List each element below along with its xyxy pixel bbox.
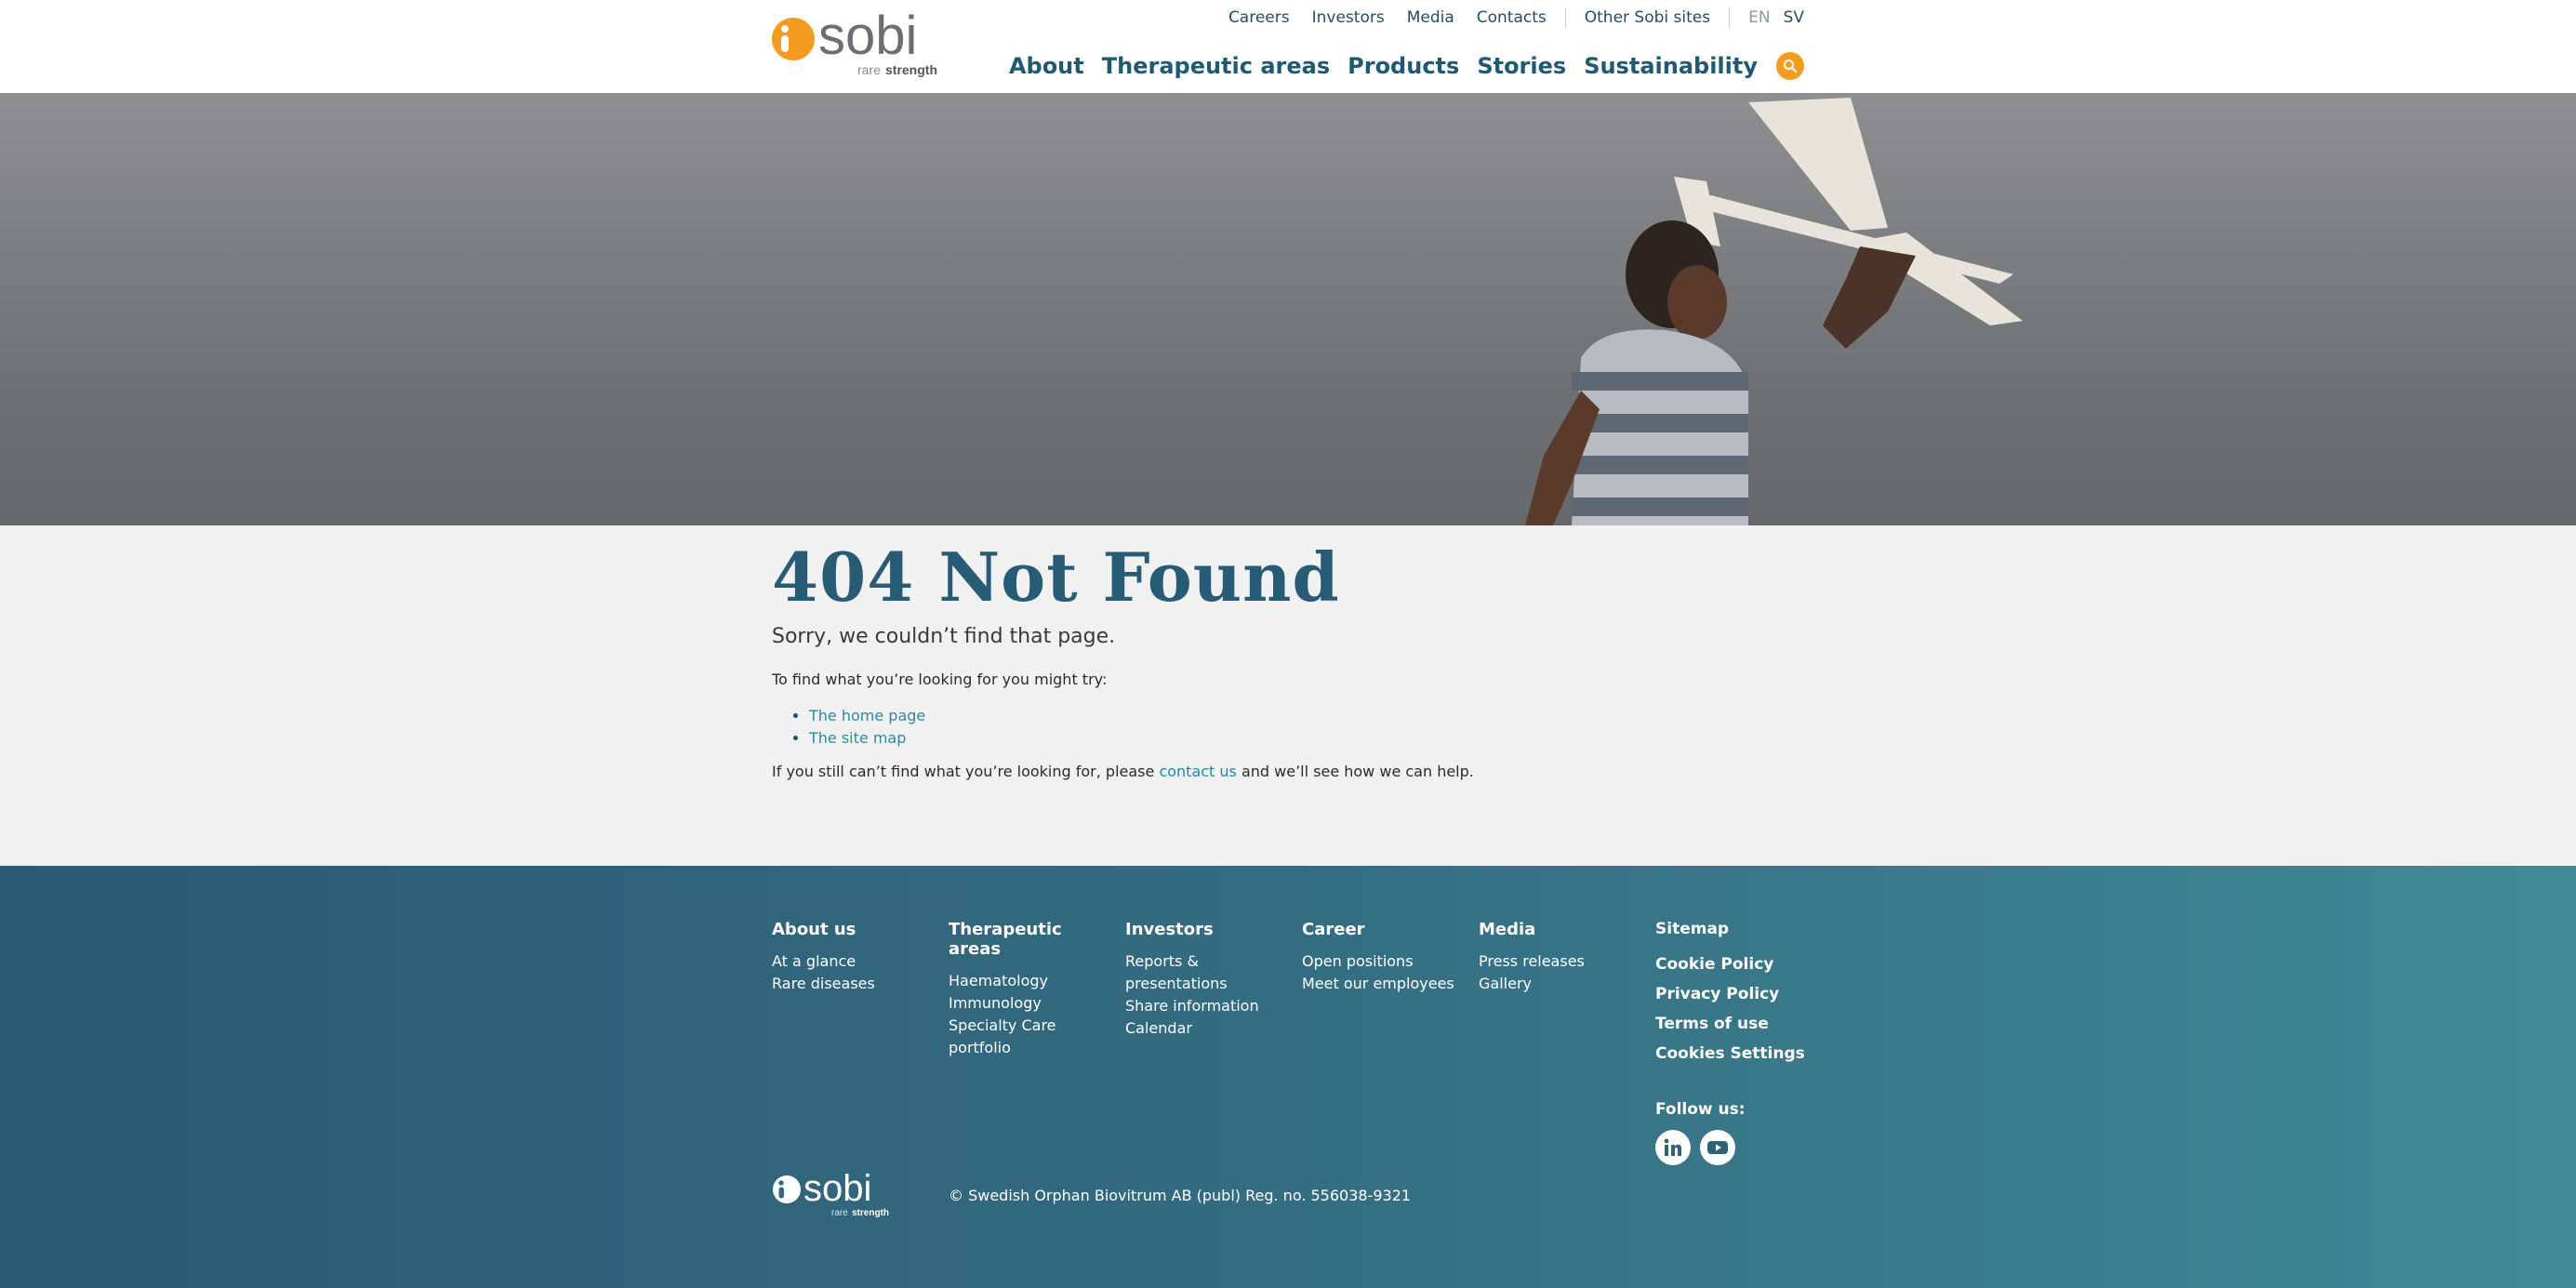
copyright-text: © Swedish Orphan Biovitrum AB (publ) Reg… [949, 1187, 1412, 1204]
footer-heading[interactable]: Therapeutic areas [949, 920, 1116, 959]
home-page-link[interactable]: The home page [809, 707, 925, 724]
suggestion-list: The home page The site map [772, 705, 1804, 750]
youtube-icon [1707, 1141, 1728, 1154]
help-text: If you still can’t find what you’re look… [772, 763, 1804, 780]
nav-sustainability[interactable]: Sustainability [1584, 53, 1758, 79]
svg-text:strength: strength [885, 62, 937, 77]
util-divider [1564, 7, 1566, 28]
util-link-media[interactable]: Media [1407, 8, 1454, 27]
footer-link[interactable]: Immunology [949, 992, 1116, 1015]
footer-col-therapeutic: Therapeutic areas Haematology Immunology… [949, 920, 1116, 1059]
svg-text:rare: rare [831, 1208, 848, 1218]
social-links [1655, 1130, 1841, 1165]
footer-link[interactable]: Reports & presentations [1125, 950, 1237, 995]
page-title: 404 Not Found [772, 538, 1340, 617]
other-sites-link[interactable]: Other Sobi sites [1585, 8, 1710, 27]
nav-stories[interactable]: Stories [1477, 53, 1566, 79]
sitemap-link[interactable]: Sitemap [1655, 920, 1841, 938]
util-link-careers[interactable]: Careers [1228, 8, 1290, 27]
footer-heading[interactable]: About us [772, 920, 939, 939]
footer-col-investors: Investors Reports & presentations Share … [1125, 920, 1293, 1040]
svg-text:rare: rare [857, 62, 881, 77]
footer-heading[interactable]: Investors [1125, 920, 1293, 939]
hero-image [0, 93, 2576, 525]
search-icon [1784, 60, 1798, 73]
sobi-logo[interactable]: sobi rare strength [772, 13, 949, 80]
list-item: The home page [809, 705, 1804, 727]
footer-col-media: Media Press releases Gallery [1479, 920, 1646, 995]
site-map-link[interactable]: The site map [809, 729, 906, 747]
lang-sv-link[interactable]: SV [1784, 8, 1804, 27]
follow-us-label: Follow us: [1655, 1100, 1746, 1119]
footer-col-career: Career Open positions Meet our employees [1302, 920, 1469, 995]
footer-link[interactable]: Meet our employees [1302, 973, 1469, 995]
terms-of-use-link[interactable]: Terms of use [1655, 1009, 1841, 1039]
utility-nav: Careers Investors Media Contacts Other S… [1228, 7, 1804, 28]
footer-col-about: About us At a glance Rare diseases [772, 920, 939, 995]
nav-products[interactable]: Products [1348, 53, 1459, 79]
cookies-settings-link[interactable]: Cookies Settings [1655, 1039, 1841, 1069]
privacy-policy-link[interactable]: Privacy Policy [1655, 979, 1841, 1009]
youtube-button[interactable] [1700, 1130, 1735, 1165]
util-link-investors[interactable]: Investors [1312, 8, 1385, 27]
footer-heading[interactable]: Media [1479, 920, 1646, 939]
search-button[interactable] [1776, 52, 1804, 80]
help-text-start: If you still can’t find what you’re look… [772, 763, 1160, 781]
main-nav: About Therapeutic areas Products Stories… [1009, 52, 1804, 80]
footer-link[interactable]: Calendar [1125, 1017, 1293, 1040]
svg-text:sobi: sobi [818, 13, 917, 66]
help-text-end: and we’ll see how we can help. [1236, 763, 1474, 781]
footer-link[interactable]: Press releases [1479, 950, 1646, 973]
sobi-footer-logo[interactable]: sobi rare strength [772, 1173, 893, 1219]
svg-text:sobi: sobi [803, 1173, 871, 1209]
footer-link[interactable]: At a glance [772, 950, 939, 973]
footer-link[interactable]: Haematology [949, 970, 1116, 992]
svg-text:strength: strength [852, 1208, 889, 1218]
lang-en-link[interactable]: EN [1748, 8, 1770, 27]
footer-heading[interactable]: Career [1302, 920, 1469, 939]
footer-link[interactable]: Open positions [1302, 950, 1469, 973]
hero-illustration [0, 93, 2576, 525]
site-footer: About us At a glance Rare diseases Thera… [0, 866, 2576, 1288]
nav-therapeutic-areas[interactable]: Therapeutic areas [1102, 53, 1330, 79]
footer-link[interactable]: Gallery [1479, 973, 1646, 995]
util-link-contacts[interactable]: Contacts [1477, 8, 1547, 27]
footer-side: Sitemap Cookie Policy Privacy Policy Ter… [1655, 920, 1841, 1165]
suggestion-intro: To find what you’re looking for you migh… [772, 671, 1108, 689]
child-body [1572, 329, 1748, 525]
site-header: sobi rare strength Careers Investors Med… [0, 0, 2576, 93]
contact-us-link[interactable]: contact us [1159, 763, 1236, 780]
cookie-policy-link[interactable]: Cookie Policy [1655, 949, 1841, 979]
linkedin-icon [1664, 1138, 1681, 1156]
nav-about[interactable]: About [1009, 53, 1084, 79]
footer-link[interactable]: Share information [1125, 995, 1293, 1017]
sorry-message: Sorry, we couldn’t find that page. [772, 625, 1116, 649]
main-content: 404 Not Found Sorry, we couldn’t find th… [772, 525, 1804, 780]
list-item: The site map [809, 727, 1804, 750]
linkedin-button[interactable] [1655, 1130, 1691, 1165]
util-divider [1729, 7, 1731, 28]
footer-link[interactable]: Rare diseases [772, 973, 939, 995]
footer-link[interactable]: Specialty Care portfolio [949, 1015, 1060, 1059]
